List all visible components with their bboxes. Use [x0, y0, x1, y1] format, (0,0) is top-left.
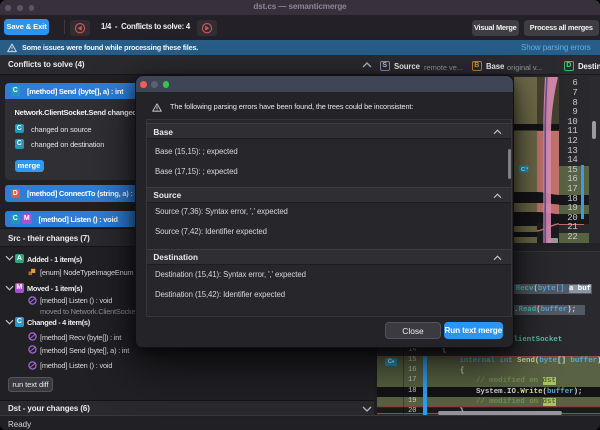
- svg-text:C: C: [521, 167, 525, 173]
